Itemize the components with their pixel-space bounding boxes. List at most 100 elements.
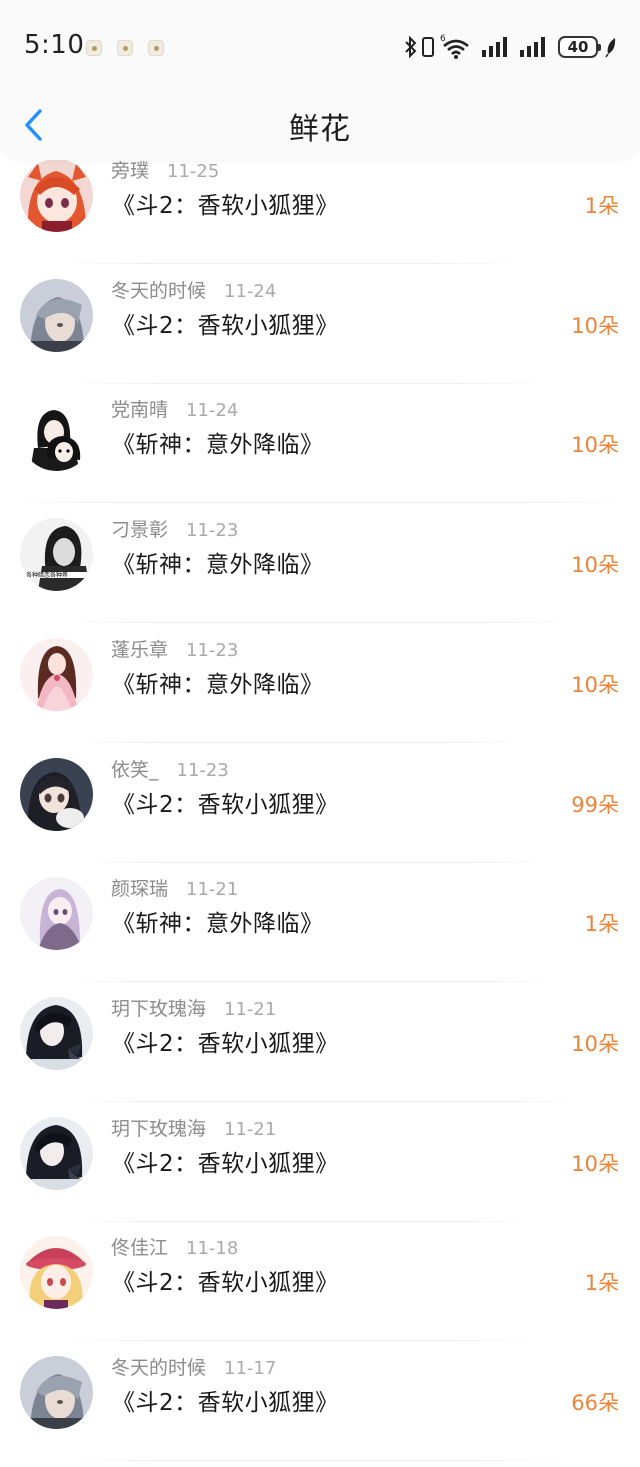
record-date: 11-18 [186,1238,239,1260]
record-date: 11-24 [224,280,277,302]
record-date: 11-21 [186,879,239,901]
user-name[interactable]: 党南晴 [111,399,168,421]
flower-count: 10朵 [571,672,619,697]
header-bar: 鲜花 [0,90,640,160]
avatar[interactable]: 各种暗恋各种疼 [20,518,93,592]
user-name[interactable]: 刁景彰 [111,519,168,541]
record-date: 11-17 [224,1358,277,1379]
user-name[interactable]: 佟佳江 [111,1237,168,1259]
flower-count: 10朵 [571,313,619,338]
flower-count: 1朵 [584,912,619,937]
list-item[interactable]: 冬天的时候 11-24 《斗2：香软小狐狸》 10朵 [0,270,640,390]
row-divider [60,1340,540,1342]
flower-count: 1朵 [584,1271,619,1296]
app-notification-icon [86,40,102,56]
page-title: 鲜花 [289,112,351,147]
book-title[interactable]: 《斗2：香软小狐狸》 [112,1383,339,1417]
list-item[interactable]: 党南晴 11-24 《斩神：意外降临》 10朵 [0,389,640,509]
avatar[interactable] [20,1356,93,1429]
list-item[interactable]: 旁璞 11-25 《斗2：香软小狐狸》 1朵 [0,150,640,270]
row-divider [76,861,556,863]
user-line: 颜琛瑞 11-21 [111,874,238,901]
row-divider [68,1460,568,1461]
user-name[interactable]: 冬天的时候 [111,1357,206,1379]
signal-icon [482,37,507,57]
list-item[interactable]: 玥下玫瑰海 11-21 《斗2：香软小狐狸》 10朵 [0,1108,640,1228]
list-item[interactable]: 蓬乐章 11-23 《斩神：意外降临》 10朵 [0,629,640,749]
row-divider [60,981,560,983]
record-date: 11-24 [186,400,239,422]
row-divider [60,263,520,264]
user-line: 依笑_ 11-23 [111,755,229,782]
book-title[interactable]: 《斩神：意外降临》 [112,665,324,699]
user-line: 刁景彰 11-23 [111,515,238,542]
bluetooth-icon [405,36,417,58]
book-title[interactable]: 《斩神：意外降临》 [112,425,324,459]
list-item[interactable]: 颜琛瑞 11-21 《斩神：意外降临》 1朵 [0,868,640,988]
user-line: 玥下玫瑰海 11-21 [111,994,276,1021]
book-title[interactable]: 《斗2：香软小狐狸》 [112,306,339,340]
record-date: 11-23 [186,520,239,542]
book-title[interactable]: 《斩神：意外降临》 [112,545,324,579]
phone-icon [422,37,434,57]
avatar[interactable] [20,159,93,232]
user-name[interactable]: 玥下玫瑰海 [111,1118,206,1140]
user-line: 冬天的时候 11-17 [111,1353,276,1380]
book-title[interactable]: 《斗2：香软小狐狸》 [112,186,339,220]
book-title[interactable]: 《斗2：香软小狐狸》 [112,1144,339,1178]
user-line: 玥下玫瑰海 11-21 [111,1114,276,1141]
flower-count: 66朵 [571,1391,619,1415]
flower-count: 99朵 [571,792,619,817]
user-line: 佟佳江 11-18 [111,1233,238,1260]
avatar[interactable] [20,757,93,831]
status-bar: 5:10 6 40 [0,0,640,90]
user-name[interactable]: 依笑_ [111,759,159,781]
user-line: 党南晴 11-24 [111,395,238,422]
svg-text:各种暗恋各种疼: 各种暗恋各种疼 [26,571,68,579]
avatar[interactable] [20,996,93,1070]
list-item[interactable]: 玥下玫瑰海 11-21 《斗2：香软小狐狸》 10朵 [0,988,640,1108]
row-divider [68,382,548,384]
avatar[interactable] [20,1236,93,1310]
user-name[interactable]: 玥下玫瑰海 [111,998,206,1020]
user-name[interactable]: 冬天的时候 [111,280,206,302]
book-title[interactable]: 《斩神：意外降临》 [112,904,324,938]
flower-count: 10朵 [571,1151,619,1176]
list-item[interactable]: 各种暗恋各种疼 刁景彰 11-23 《斩神：意外降临》 10朵 [0,509,640,629]
row-divider [68,741,528,743]
user-line: 旁璞 11-25 [111,156,219,183]
book-title[interactable]: 《斗2：香软小狐狸》 [112,1263,339,1297]
signal-icon [520,37,545,57]
user-name[interactable]: 蓬乐章 [111,639,168,661]
row-divider [68,1100,588,1102]
row-divider [76,1220,536,1222]
user-name[interactable]: 旁璞 [111,160,149,182]
book-title[interactable]: 《斗2：香软小狐狸》 [112,785,339,819]
app-notification-icon [117,40,133,56]
flower-count: 10朵 [571,433,619,458]
status-time: 5:10 [24,30,85,60]
avatar[interactable] [20,278,93,352]
avatar[interactable] [20,398,93,472]
record-date: 11-23 [186,639,239,661]
user-line: 蓬乐章 11-23 [111,635,238,662]
flower-count: 1朵 [584,194,619,218]
book-title[interactable]: 《斗2：香软小狐狸》 [112,1024,339,1058]
avatar[interactable] [20,1116,93,1190]
avatar[interactable] [20,877,93,951]
row-divider [0,502,640,504]
row-divider [60,622,580,624]
flower-count: 10朵 [571,1031,619,1056]
record-date: 11-23 [176,759,229,781]
wifi-icon: 6 [440,34,469,59]
record-date: 11-25 [167,161,220,182]
list-item[interactable]: 依笑_ 11-23 《斗2：香软小狐狸》 99朵 [0,749,640,869]
leaf-icon [605,38,616,58]
app-notification-icon [148,40,164,56]
avatar[interactable] [20,637,93,711]
record-date: 11-21 [224,998,277,1020]
list-item[interactable]: 冬天的时候 11-17 《斗2：香软小狐狸》 66朵 [0,1347,640,1467]
user-line: 冬天的时候 11-24 [111,276,276,303]
user-name[interactable]: 颜琛瑞 [111,878,168,900]
list-item[interactable]: 佟佳江 11-18 《斗2：香软小狐狸》 1朵 [0,1227,640,1347]
